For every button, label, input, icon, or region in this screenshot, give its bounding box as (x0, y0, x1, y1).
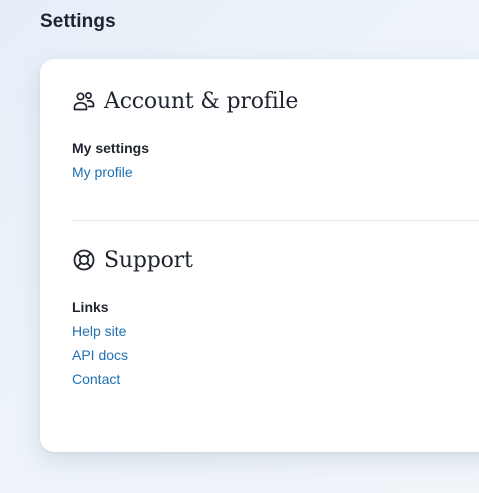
settings-card: Account & profile My settings My profile… (40, 59, 479, 452)
lifebuoy-icon (72, 248, 96, 272)
account-profile-title: Account & profile (104, 88, 299, 114)
list-item: My profile (72, 163, 479, 181)
links-label: Links (72, 299, 109, 315)
support-section: Support Links Help site API docs Contact (72, 246, 479, 388)
help-site-link[interactable]: Help site (72, 323, 126, 339)
people-icon (72, 89, 96, 113)
list-item: Help site (72, 322, 479, 340)
contact-link[interactable]: Contact (72, 371, 120, 387)
page-title: Settings (40, 11, 116, 32)
account-links: My profile (72, 163, 479, 181)
support-links: Help site API docs Contact (72, 322, 479, 388)
list-item: API docs (72, 346, 479, 364)
section-divider (72, 220, 479, 221)
support-title: Support (104, 247, 193, 273)
section-heading: Support (72, 246, 479, 274)
list-item: Contact (72, 370, 479, 388)
my-profile-link[interactable]: My profile (72, 164, 133, 180)
api-docs-link[interactable]: API docs (72, 347, 128, 363)
my-settings-label: My settings (72, 140, 150, 156)
section-heading: Account & profile (72, 87, 479, 115)
account-profile-section: Account & profile My settings My profile (72, 87, 479, 181)
